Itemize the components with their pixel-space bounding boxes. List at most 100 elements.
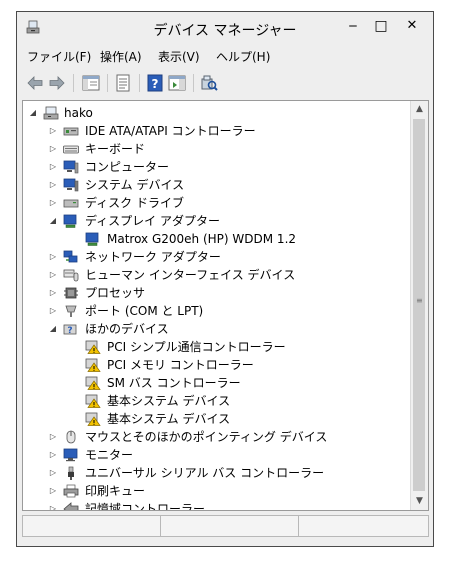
display-adapter-icon	[63, 214, 77, 228]
expand-chevron-icon[interactable]: ▷	[48, 266, 58, 284]
usb-icon	[68, 466, 74, 480]
device-label: Matrox G200eh (HP) WDDM 1.2	[107, 232, 297, 246]
device-label: SM バス コントローラー	[107, 376, 241, 390]
minimize-button[interactable]: ‒	[339, 15, 367, 37]
collapse-chevron-icon[interactable]: ◢	[48, 320, 58, 338]
keyboard-icon	[63, 145, 79, 154]
expand-chevron-icon[interactable]: ▷	[48, 158, 58, 176]
forward-arrow-icon[interactable]	[47, 73, 67, 93]
vertical-scrollbar[interactable]: ▲ ≡ ▼	[410, 101, 428, 510]
expand-chevron-icon[interactable]: ▷	[48, 284, 58, 302]
device-label: PCI メモリ コントローラー	[107, 358, 254, 372]
device-label: ディスク ドライブ	[85, 196, 184, 210]
port-icon	[65, 305, 77, 317]
show-hide-tree-icon[interactable]	[81, 73, 101, 93]
root-label: hako	[64, 106, 93, 120]
device-label: ネットワーク アダプター	[85, 250, 221, 264]
network-adapter-icon	[63, 250, 78, 263]
device-label: マウスとそのほかのポインティング デバイス	[85, 430, 328, 444]
device-label: PCI シンプル通信コントローラー	[107, 340, 286, 354]
expand-chevron-icon[interactable]: ▷	[48, 302, 58, 320]
svg-text:?: ?	[67, 326, 72, 336]
toolbar-separator	[73, 74, 74, 92]
computer-root-icon	[43, 106, 59, 120]
status-pane-3	[298, 515, 429, 537]
device-label: 基本システム デバイス	[107, 412, 231, 426]
expand-chevron-icon[interactable]: ▷	[48, 482, 58, 500]
device-label: ユニバーサル シリアル バス コントローラー	[85, 466, 325, 480]
device-label: システム デバイス	[85, 178, 185, 192]
device-label: モニター	[85, 448, 134, 462]
expand-chevron-icon[interactable]: ▷	[48, 464, 58, 482]
expand-chevron-icon[interactable]: ▷	[48, 446, 58, 464]
expand-chevron-icon[interactable]: ▷	[48, 176, 58, 194]
device-manager-window: デバイス マネージャー ‒ □ ✕ ファイル(F) 操作(A) 表示(V) ヘル…	[16, 11, 434, 547]
device-label: コンピューター	[85, 160, 170, 174]
expand-chevron-icon[interactable]: ▷	[48, 140, 58, 158]
expand-chevron-icon[interactable]: ▷	[48, 122, 58, 140]
toolbar-separator	[107, 74, 108, 92]
device-label: ヒューマン インターフェイス デバイス	[85, 268, 296, 282]
status-bar	[22, 515, 429, 537]
back-arrow-icon[interactable]	[25, 73, 45, 93]
device-label: キーボード	[85, 142, 146, 156]
device-label: 基本システム デバイス	[107, 394, 231, 408]
device-label: 印刷キュー	[85, 484, 146, 498]
scrollbar-thumb[interactable]: ≡	[413, 119, 425, 491]
scan-hardware-icon[interactable]	[199, 73, 219, 93]
warning-device-icon	[85, 412, 101, 426]
properties-icon[interactable]	[113, 73, 133, 93]
scroll-down-icon[interactable]: ▼	[411, 493, 428, 510]
printer-icon	[63, 484, 79, 498]
mouse-icon	[66, 430, 76, 444]
collapse-chevron-icon[interactable]: ◢	[28, 104, 38, 122]
maximize-icon: □	[374, 18, 388, 34]
ide-controller-icon	[63, 127, 79, 136]
display-adapter-icon	[85, 232, 99, 246]
menu-help[interactable]: ヘルプ(H)	[216, 48, 270, 65]
toolbar-separator	[193, 74, 194, 92]
device-label: 記憶域コントローラー	[85, 502, 206, 511]
help-icon[interactable]: ?	[145, 73, 165, 93]
minimize-icon: ‒	[348, 18, 358, 34]
screen: デバイス マネージャー ‒ □ ✕ ファイル(F) 操作(A) 表示(V) ヘル…	[0, 0, 450, 566]
menu-view[interactable]: 表示(V)	[158, 48, 200, 65]
computer-icon	[63, 160, 79, 174]
menu-file[interactable]: ファイル(F)	[27, 48, 91, 65]
menu-action[interactable]: 操作(A)	[100, 48, 142, 65]
processor-icon	[64, 287, 78, 299]
action-pane-icon[interactable]	[167, 73, 187, 93]
status-pane-2	[160, 515, 299, 537]
device-label: IDE ATA/ATAPI コントローラー	[85, 124, 256, 138]
warning-device-icon	[85, 358, 101, 372]
expand-chevron-icon[interactable]: ▷	[48, 500, 58, 510]
device-label: ほかのデバイス	[85, 322, 169, 336]
close-button[interactable]: ✕	[391, 15, 433, 37]
close-icon: ✕	[406, 18, 418, 33]
svg-text:?: ?	[152, 77, 159, 91]
storage-controller-icon	[63, 502, 79, 510]
menu-bar: ファイル(F) 操作(A) 表示(V) ヘルプ(H)	[17, 45, 433, 65]
collapse-chevron-icon[interactable]: ◢	[48, 212, 58, 230]
toolbar: ?	[17, 68, 433, 98]
hid-icon	[63, 269, 79, 282]
other-device-icon: ?	[63, 324, 77, 336]
scroll-up-icon[interactable]: ▲	[411, 101, 428, 118]
device-label: プロセッサ	[85, 286, 146, 300]
warning-device-icon	[85, 394, 101, 408]
disk-drive-icon	[63, 199, 79, 208]
expand-chevron-icon[interactable]: ▷	[48, 428, 58, 446]
warning-device-icon	[85, 376, 101, 390]
warning-device-icon	[85, 340, 101, 354]
status-pane-1	[22, 515, 161, 537]
device-label: ポート (COM と LPT)	[85, 304, 204, 318]
title-bar[interactable]: デバイス マネージャー ‒ □ ✕	[17, 12, 433, 44]
expand-chevron-icon[interactable]: ▷	[48, 248, 58, 266]
device-label: ディスプレイ アダプター	[85, 214, 220, 228]
device-tree: ◢ hako ▷ IDE ATA/ATAPI コントローラー ▷ キーボード ▷ コンピュ…	[22, 100, 429, 511]
system-device-icon	[63, 178, 79, 192]
grip-icon: ≡	[416, 296, 423, 305]
expand-chevron-icon[interactable]: ▷	[48, 194, 58, 212]
toolbar-separator	[139, 74, 140, 92]
monitor-icon	[63, 448, 78, 462]
